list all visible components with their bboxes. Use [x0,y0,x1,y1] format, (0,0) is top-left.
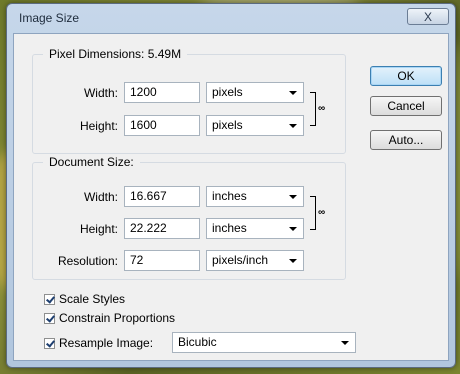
constrain-proportions-label: Constrain Proportions [59,311,176,325]
resample-method: Bicubic [178,335,217,349]
resolution-input[interactable]: 72 [124,250,200,271]
pixel-height-unit: pixels [212,118,243,132]
pixel-width-label: Width: [83,86,118,100]
doc-width-unit: inches [212,189,247,203]
resolution-unit-select[interactable]: pixels/inch [206,250,304,271]
chevron-down-icon [289,259,297,263]
ok-button[interactable]: OK [370,66,442,86]
chevron-down-icon [289,227,297,231]
pixel-dimensions-label: Pixel Dimensions: [49,47,145,61]
close-icon: X [423,9,432,24]
chevron-down-icon [289,124,297,128]
chain-link-icon: ∞ [318,103,326,114]
close-button[interactable]: X [407,8,449,25]
pixel-constrain-bracket [310,92,316,126]
pixel-dimensions-legend: Pixel Dimensions: 5.49M [43,47,188,61]
doc-width-label: Width: [83,190,118,204]
auto-button[interactable]: Auto... [370,130,442,150]
pixel-width-unit: pixels [212,85,243,99]
scale-styles-option[interactable]: Scale Styles [44,292,125,306]
doc-constrain-bracket [310,196,316,230]
pixel-dimensions-group: Pixel Dimensions: 5.49M [32,47,346,154]
scale-styles-checkbox[interactable] [44,293,55,305]
resample-checkbox[interactable] [44,337,55,349]
chain-link-icon: ∞ [318,207,326,218]
resolution-label: Resolution: [57,254,118,268]
doc-height-label: Height: [79,222,118,236]
document-size-legend: Document Size: [43,155,140,169]
doc-height-unit: inches [212,221,247,235]
chevron-down-icon [289,91,297,95]
constrain-proportions-option[interactable]: Constrain Proportions [44,311,175,325]
chevron-down-icon [341,341,349,345]
doc-width-input[interactable]: 16.667 [124,186,200,207]
pixel-height-input[interactable]: 1600 [124,115,200,136]
doc-height-unit-select[interactable]: inches [206,218,304,239]
resample-label: Resample Image: [59,336,154,350]
dialog-client-area: Pixel Dimensions: 5.49M Width: 1200 pixe… [13,33,449,361]
doc-width-unit-select[interactable]: inches [206,186,304,207]
image-size-dialog: Image Size X Pixel Dimensions: 5.49M Wid… [6,3,456,368]
doc-height-input[interactable]: 22.222 [124,218,200,239]
chevron-down-icon [289,195,297,199]
resolution-unit: pixels/inch [212,253,269,267]
dialog-title: Image Size [19,11,80,25]
constrain-proportions-checkbox[interactable] [44,312,55,324]
pixel-width-unit-select[interactable]: pixels [206,82,304,103]
scale-styles-label: Scale Styles [59,292,126,306]
pixel-height-unit-select[interactable]: pixels [206,115,304,136]
pixel-width-input[interactable]: 1200 [124,82,200,103]
pixel-height-label: Height: [79,119,118,133]
resample-method-select[interactable]: Bicubic [172,332,356,353]
cancel-button[interactable]: Cancel [370,96,442,116]
pixel-dimensions-size: 5.49M [147,47,182,61]
resample-option[interactable]: Resample Image: [44,336,153,350]
